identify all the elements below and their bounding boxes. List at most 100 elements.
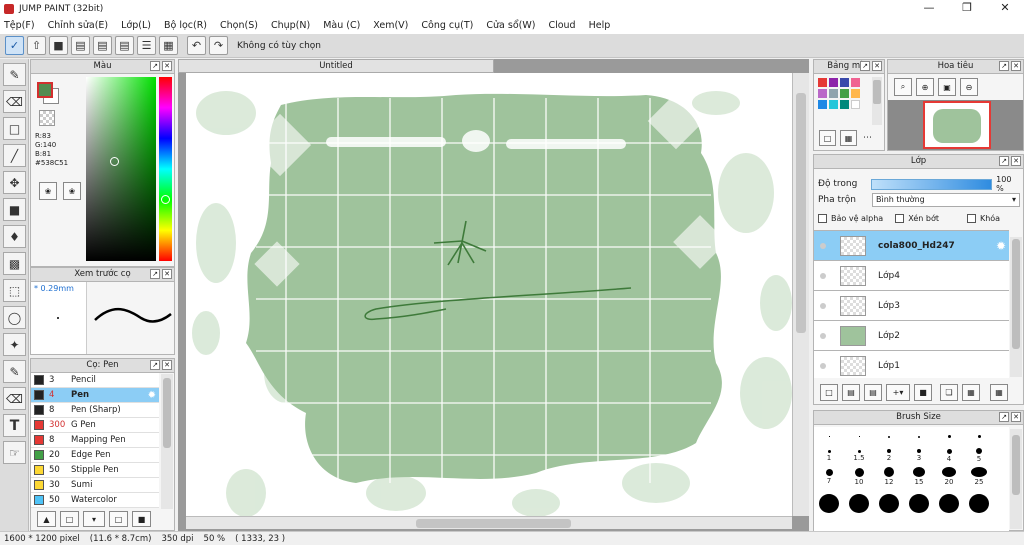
- palette-swatch[interactable]: [829, 89, 838, 98]
- brush-item-pen-sharp[interactable]: 8 Pen (Sharp): [31, 403, 159, 418]
- move-tool[interactable]: ✥: [3, 171, 26, 194]
- brush-size-cell[interactable]: [934, 494, 964, 513]
- brush-size-cell[interactable]: [964, 427, 994, 446]
- menu-color[interactable]: Màu (C): [323, 20, 360, 31]
- zoom-in-button[interactable]: ⊕: [916, 78, 934, 96]
- menu-filter[interactable]: Bộ lọc(R): [164, 20, 207, 31]
- brush-size-cell[interactable]: 1: [814, 446, 844, 465]
- color-picker-button[interactable]: ❀: [63, 182, 81, 200]
- close-button[interactable]: ✕: [986, 0, 1024, 17]
- smoothing-button[interactable]: ✓: [5, 36, 24, 55]
- magic-wand-tool[interactable]: ✦: [3, 333, 26, 356]
- brush-size-cell[interactable]: 20: [934, 467, 964, 486]
- new-layer-1bit-button[interactable]: ▤: [864, 384, 882, 401]
- menu-help[interactable]: Help: [589, 20, 611, 31]
- layer-item-4[interactable]: Lớp4: [814, 261, 1009, 291]
- panel-close-icon[interactable]: ✕: [1011, 412, 1021, 422]
- hue-slider[interactable]: [159, 77, 172, 261]
- panel-float-icon[interactable]: ↗: [150, 61, 160, 71]
- brush-size-cell[interactable]: [844, 427, 874, 446]
- document-button[interactable]: ▤: [93, 36, 112, 55]
- clipping-checkbox[interactable]: [895, 214, 905, 223]
- visibility-icon[interactable]: [820, 362, 826, 369]
- gear-icon[interactable]: ✹: [996, 239, 1006, 253]
- select-eraser-tool[interactable]: ⌫: [3, 387, 26, 410]
- zoom-actual-button[interactable]: ⌕: [894, 78, 912, 96]
- main-color-swatch[interactable]: [37, 82, 53, 98]
- brush-size-cell[interactable]: 4: [934, 446, 964, 465]
- visibility-icon[interactable]: [820, 272, 826, 279]
- palette-swatch[interactable]: [851, 78, 860, 87]
- brush-size-cell[interactable]: 25: [964, 467, 994, 486]
- brush-size-cell[interactable]: [844, 494, 874, 513]
- document-tab[interactable]: Untitled: [178, 59, 494, 73]
- palette-swatch[interactable]: [829, 100, 838, 109]
- undo-button[interactable]: ↶: [187, 36, 206, 55]
- brush-item-g-pen[interactable]: 300 G Pen: [31, 418, 159, 433]
- brush-item-pen[interactable]: 4 Pen ✹: [31, 388, 159, 403]
- text-panel-button[interactable]: ▤: [71, 36, 90, 55]
- brush-size-cell[interactable]: 10: [844, 467, 874, 486]
- panel-float-icon[interactable]: ↗: [150, 269, 160, 279]
- brush-size-cell[interactable]: [904, 494, 934, 513]
- redo-button[interactable]: ↷: [209, 36, 228, 55]
- palette-swatch[interactable]: [840, 78, 849, 87]
- brush-item-stipple-pen[interactable]: 50 Stipple Pen: [31, 463, 159, 478]
- menu-capture[interactable]: Chụp(N): [271, 20, 310, 31]
- transparent-color-swatch[interactable]: [39, 110, 55, 126]
- brush-size-cell[interactable]: [904, 427, 934, 446]
- grid-button[interactable]: ▦: [159, 36, 178, 55]
- brush-size-cell[interactable]: [874, 427, 904, 446]
- brush-menu-button[interactable]: ▾: [83, 511, 105, 527]
- gradient-tool[interactable]: ▩: [3, 252, 26, 275]
- panel-float-icon[interactable]: ↗: [999, 156, 1009, 166]
- panel-float-icon[interactable]: ↗: [999, 412, 1009, 422]
- layer-item-cola800[interactable]: cola800_Hd247 ✹: [814, 231, 1009, 261]
- brush-size-cell[interactable]: [814, 427, 844, 446]
- palette-more-icon[interactable]: ⋯: [863, 133, 872, 143]
- color-palette-button[interactable]: ❀: [39, 182, 57, 200]
- new-layer-button[interactable]: □: [820, 384, 838, 401]
- brush-settings-button[interactable]: ▲: [37, 511, 56, 527]
- canvas-vertical-scrollbar[interactable]: [792, 73, 809, 516]
- panel-close-icon[interactable]: ✕: [162, 269, 172, 279]
- new-folder-button[interactable]: ■: [914, 384, 932, 401]
- lasso-tool[interactable]: ◯: [3, 306, 26, 329]
- protect-alpha-checkbox[interactable]: [818, 214, 827, 223]
- visibility-icon[interactable]: [820, 302, 826, 309]
- layer-item-1[interactable]: Lớp1: [814, 351, 1009, 378]
- list-button[interactable]: ☰: [137, 36, 156, 55]
- page-button[interactable]: ▤: [115, 36, 134, 55]
- text-tool[interactable]: T: [3, 414, 26, 437]
- pen-tool[interactable]: ✎: [3, 63, 26, 86]
- brush-size-cell[interactable]: [934, 427, 964, 446]
- brush-size-cell[interactable]: [964, 494, 994, 513]
- brush-size-cell[interactable]: 12: [874, 467, 904, 486]
- copy-brush-button[interactable]: □: [109, 511, 128, 527]
- zoom-out-button[interactable]: ⊖: [960, 78, 978, 96]
- brush-item-watercolor[interactable]: 50 Watercolor: [31, 493, 159, 508]
- brush-size-cell[interactable]: 1.5: [844, 446, 874, 465]
- saturation-value-picker[interactable]: [86, 77, 156, 261]
- palette-swatch[interactable]: [818, 78, 827, 87]
- palette-swatch[interactable]: [851, 100, 860, 109]
- comment-button[interactable]: ■: [49, 36, 68, 55]
- brush-item-sumi[interactable]: 30 Sumi: [31, 478, 159, 493]
- add-layer-menu-button[interactable]: +▾: [886, 384, 910, 401]
- brush-size-cell[interactable]: [874, 494, 904, 513]
- brush-size-cell[interactable]: 5: [964, 446, 994, 465]
- palette-swatch[interactable]: [818, 100, 827, 109]
- eraser-tool[interactable]: ⌫: [3, 90, 26, 113]
- canvas-horizontal-scrollbar[interactable]: [186, 516, 792, 529]
- panel-close-icon[interactable]: ✕: [1011, 61, 1021, 71]
- palette-swatch[interactable]: [851, 89, 860, 98]
- brush-item-mapping-pen[interactable]: 8 Mapping Pen: [31, 433, 159, 448]
- delete-layer-button[interactable]: ▦: [990, 384, 1008, 401]
- canvas-viewport[interactable]: [186, 73, 792, 516]
- brush-item-pencil[interactable]: 3 Pencil: [31, 373, 159, 388]
- panel-close-icon[interactable]: ✕: [162, 360, 172, 370]
- hue-slider-handle[interactable]: [161, 195, 170, 204]
- brush-size-cell[interactable]: 2: [874, 446, 904, 465]
- lock-checkbox[interactable]: [966, 214, 976, 223]
- brush-size-cell[interactable]: 7: [814, 467, 844, 486]
